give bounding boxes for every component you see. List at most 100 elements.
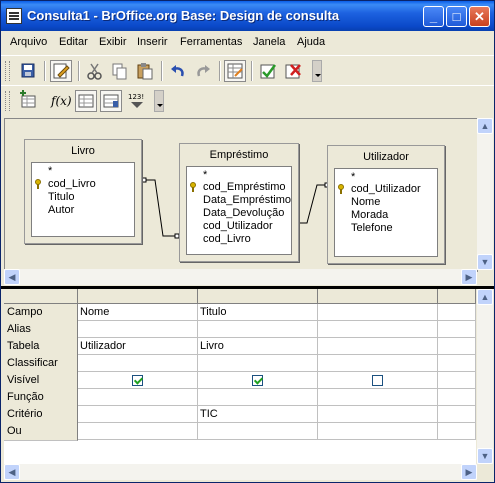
field-item[interactable]: * bbox=[351, 171, 355, 183]
field-item[interactable]: Data_Empréstimo bbox=[203, 194, 291, 206]
menu-editar[interactable]: Editar bbox=[59, 36, 88, 48]
title-bar[interactable]: Consulta1 - BrOffice.org Base: Design de… bbox=[1, 1, 494, 31]
grid-cell[interactable] bbox=[198, 372, 318, 389]
toolbar-grip[interactable] bbox=[5, 61, 10, 81]
edit-mode-icon[interactable] bbox=[50, 60, 72, 82]
grid-cell[interactable] bbox=[78, 321, 198, 338]
scroll-down-arrow-icon[interactable]: ▼ bbox=[477, 254, 493, 270]
grid-cell[interactable] bbox=[318, 406, 438, 423]
menu-ferramentas[interactable]: Ferramentas bbox=[180, 36, 242, 48]
field-item[interactable]: Data_Devolução bbox=[203, 207, 284, 219]
table-title[interactable]: Livro bbox=[25, 140, 141, 162]
grid-cell[interactable]: TIC bbox=[198, 406, 318, 423]
field-item[interactable]: Morada bbox=[351, 209, 388, 221]
grid-cell[interactable] bbox=[318, 321, 438, 338]
field-item[interactable]: * bbox=[203, 169, 207, 181]
grid-cell[interactable] bbox=[78, 372, 198, 389]
field-list[interactable]: * cod_Empréstimo Data_Empréstimo Data_De… bbox=[186, 166, 292, 255]
design-vertical-scrollbar[interactable]: ▲ ▼ bbox=[477, 118, 493, 270]
grid-cell[interactable] bbox=[438, 423, 476, 440]
field-item[interactable]: Telefone bbox=[351, 222, 393, 234]
design-toolbar-dropdown[interactable] bbox=[154, 90, 164, 112]
table-window-utilizador[interactable]: Utilizador * cod_Utilizador Nome Morada … bbox=[327, 145, 445, 264]
field-item[interactable]: cod_Livro bbox=[48, 178, 96, 190]
limit-icon[interactable]: 123! bbox=[126, 90, 148, 112]
menu-arquivo[interactable]: Arquivo bbox=[10, 36, 47, 48]
grid-cell[interactable]: Utilizador bbox=[78, 338, 198, 355]
run-query-icon[interactable] bbox=[257, 60, 279, 82]
grid-cell[interactable] bbox=[318, 372, 438, 389]
menu-janela[interactable]: Janela bbox=[253, 36, 285, 48]
table-title[interactable]: Utilizador bbox=[328, 146, 444, 168]
field-item[interactable]: * bbox=[48, 165, 52, 177]
field-item[interactable]: Autor bbox=[48, 204, 74, 216]
scroll-left-arrow-icon[interactable]: ◀ bbox=[4, 269, 20, 285]
field-item[interactable]: Nome bbox=[351, 196, 380, 208]
maximize-button[interactable]: □ bbox=[446, 6, 467, 27]
grid-cell[interactable]: Livro bbox=[198, 338, 318, 355]
grid-cell[interactable] bbox=[318, 304, 438, 321]
column-header[interactable] bbox=[438, 289, 476, 304]
scroll-up-arrow-icon[interactable]: ▲ bbox=[477, 289, 493, 305]
grid-cell[interactable] bbox=[198, 321, 318, 338]
column-header[interactable] bbox=[198, 289, 318, 304]
field-list[interactable]: * cod_Livro Titulo Autor bbox=[31, 162, 135, 237]
grid-cell[interactable]: Nome bbox=[78, 304, 198, 321]
grid-horizontal-scrollbar[interactable]: ◀ ▶ bbox=[4, 464, 477, 480]
grid-cell[interactable] bbox=[78, 389, 198, 406]
close-button[interactable]: ✕ bbox=[469, 6, 490, 27]
field-item[interactable]: Titulo bbox=[48, 191, 75, 203]
grid-cell[interactable] bbox=[438, 338, 476, 355]
menu-inserir[interactable]: Inserir bbox=[137, 36, 168, 48]
grid-cell[interactable]: Titulo bbox=[198, 304, 318, 321]
table-design-area[interactable]: Livro * cod_Livro Titulo Autor Empréstim… bbox=[4, 118, 478, 272]
grid-cell[interactable] bbox=[438, 321, 476, 338]
menu-exibir[interactable]: Exibir bbox=[99, 36, 127, 48]
field-item[interactable]: cod_Empréstimo bbox=[203, 181, 286, 193]
grid-cell[interactable] bbox=[198, 389, 318, 406]
table-title[interactable]: Empréstimo bbox=[180, 144, 298, 166]
grid-cell[interactable] bbox=[438, 406, 476, 423]
column-header[interactable] bbox=[318, 289, 438, 304]
toolbar-grip[interactable] bbox=[5, 91, 10, 111]
paste-icon[interactable] bbox=[134, 60, 156, 82]
functions-icon[interactable]: f(x) bbox=[49, 90, 72, 112]
design-horizontal-scrollbar[interactable]: ◀ ▶ bbox=[4, 269, 477, 285]
grid-vertical-scrollbar[interactable]: ▲ ▼ bbox=[477, 289, 493, 464]
grid-cell[interactable] bbox=[438, 355, 476, 372]
clear-query-icon[interactable] bbox=[282, 60, 304, 82]
grid-cell[interactable] bbox=[438, 372, 476, 389]
field-item[interactable]: cod_Utilizador bbox=[203, 220, 273, 232]
design-view-icon[interactable] bbox=[224, 60, 246, 82]
visible-checkbox[interactable] bbox=[252, 375, 263, 386]
scroll-left-arrow-icon[interactable]: ◀ bbox=[4, 464, 20, 480]
grid-cell[interactable] bbox=[198, 423, 318, 440]
grid-cell[interactable] bbox=[438, 304, 476, 321]
visible-checkbox[interactable] bbox=[132, 375, 143, 386]
field-item[interactable]: cod_Utilizador bbox=[351, 183, 421, 195]
menu-ajuda[interactable]: Ajuda bbox=[297, 36, 325, 48]
scroll-right-arrow-icon[interactable]: ▶ bbox=[461, 269, 477, 285]
grid-cell[interactable] bbox=[78, 423, 198, 440]
grid-cell[interactable] bbox=[438, 389, 476, 406]
visible-checkbox[interactable] bbox=[372, 375, 383, 386]
grid-cell[interactable] bbox=[318, 338, 438, 355]
field-list[interactable]: * cod_Utilizador Nome Morada Telefone bbox=[334, 168, 438, 257]
cut-icon[interactable] bbox=[84, 60, 106, 82]
table-name-icon[interactable] bbox=[75, 90, 97, 112]
table-window-emprestimo[interactable]: Empréstimo * cod_Empréstimo Data_Emprést… bbox=[179, 143, 299, 262]
save-icon[interactable] bbox=[17, 60, 39, 82]
scroll-right-arrow-icon[interactable]: ▶ bbox=[461, 464, 477, 480]
grid-cell[interactable] bbox=[78, 406, 198, 423]
field-item[interactable]: cod_Livro bbox=[203, 233, 251, 245]
grid-cell[interactable] bbox=[198, 355, 318, 372]
minimize-button[interactable]: _ bbox=[423, 6, 444, 27]
copy-icon[interactable] bbox=[109, 60, 131, 82]
redo-icon[interactable] bbox=[192, 60, 214, 82]
add-table-icon[interactable] bbox=[17, 90, 39, 112]
grid-cell[interactable] bbox=[78, 355, 198, 372]
grid-cell[interactable] bbox=[318, 355, 438, 372]
scroll-down-arrow-icon[interactable]: ▼ bbox=[477, 448, 493, 464]
toolbar-options-dropdown[interactable] bbox=[312, 60, 322, 82]
table-window-livro[interactable]: Livro * cod_Livro Titulo Autor bbox=[24, 139, 142, 244]
